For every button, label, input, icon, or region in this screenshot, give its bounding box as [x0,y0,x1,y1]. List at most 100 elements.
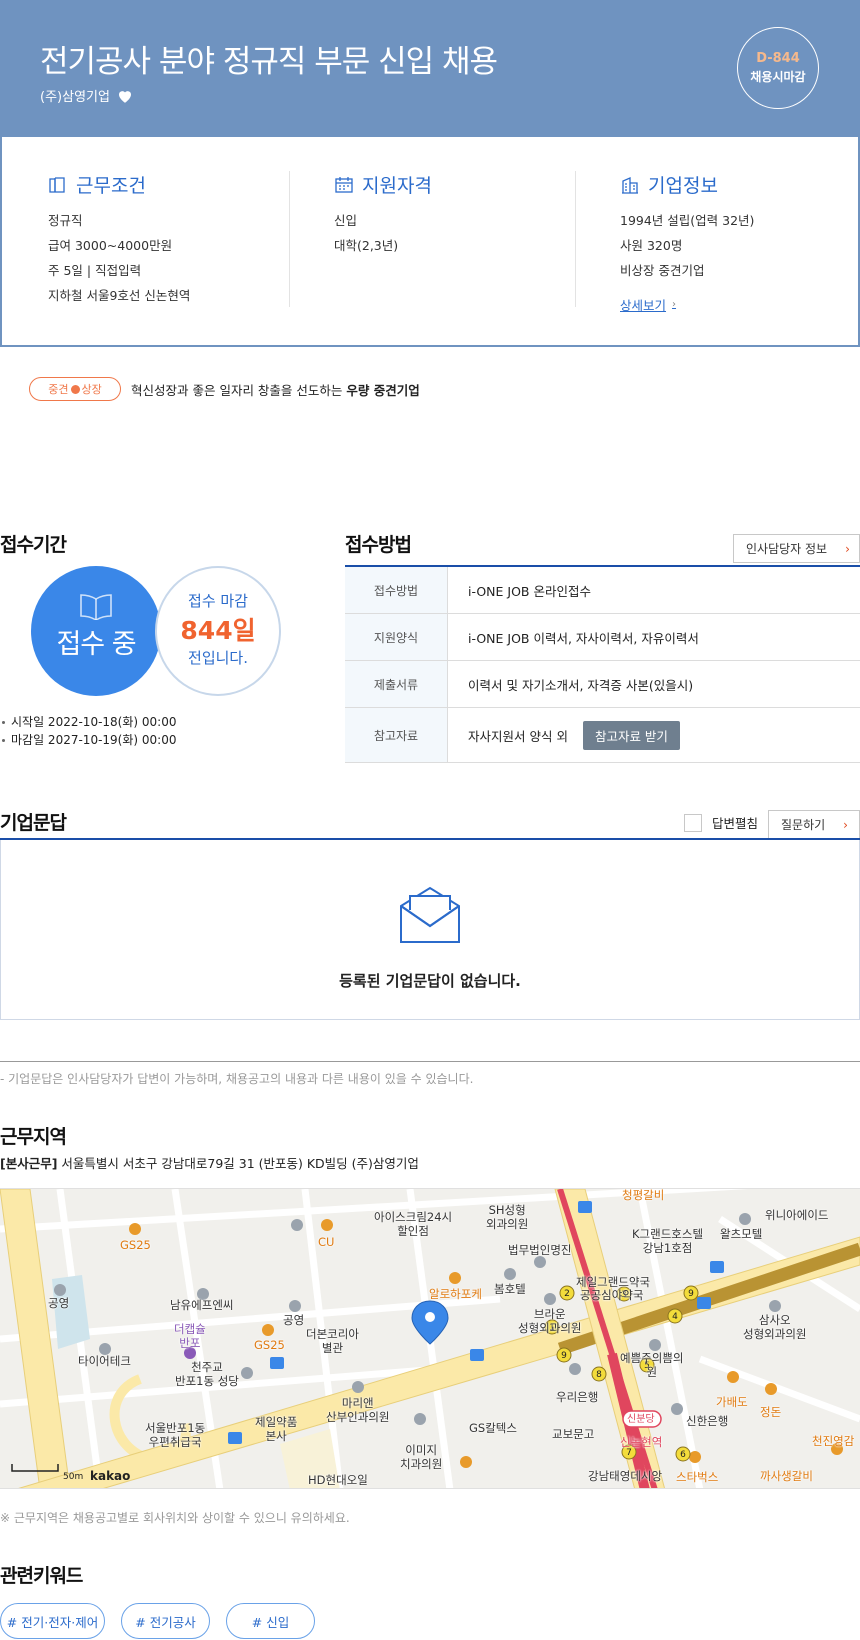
map-poi: 봄호텔 [494,1282,526,1296]
answer-toggle[interactable]: 답변펼침 [684,813,758,832]
map-poi: 이미지 치과의원 [400,1443,443,1471]
svg-text:9: 9 [561,1351,567,1361]
map-poi: 브라운 성형외과의원 [518,1307,582,1335]
map-poi: 왈츠모텔 [720,1227,763,1241]
map-poi: 타이어테크 [78,1354,131,1368]
hr-info-button[interactable]: 인사담당자 정보 › [733,534,860,563]
location-map[interactable]: 231 985 7649 GS25 공영 CU 아이스크림24시 할인점 SH성… [0,1188,860,1489]
map-poi: 삼사오 성형외과의원 [743,1313,807,1341]
qualification-line: 신입 [334,213,358,228]
column-divider [289,171,290,307]
company-detail-link[interactable]: 상세보기 › [620,295,676,314]
chevron-right-icon: › [845,541,850,556]
qa-empty-message: 등록된 기업문답이 없습니다. [339,972,521,990]
keywords-title: 관련키워드 [0,1565,83,1587]
dot-icon [70,384,80,394]
qualification-line: 대학(2,3년) [334,238,399,253]
map-poi: CU [318,1235,335,1249]
company-detail-label[interactable]: 상세보기 [620,295,666,314]
company-info-line: 사원 320명 [620,238,683,253]
map-poi: 천주교 반포1동 성당 [175,1360,239,1388]
building-icon [622,176,638,194]
envelope-icon [400,886,460,943]
method-table: 접수방법 i-ONE JOB 온라인접수 지원양식 i-ONE JOB 이력서,… [345,565,860,763]
deadline-suffix: 전입니다. [188,649,248,667]
map-brand-logo[interactable]: kakao [90,1469,130,1483]
end-date-row: 마감일 2027-10-19(화) 00:00 [0,731,176,749]
deadline-label: 접수 마감 [188,592,248,610]
badge-description: 혁신성장과 좋은 일자리 창출을 선도하는 우량 중견기업 [131,380,420,399]
keyword-list: # 전기·전자·제어 # 전기공사 # 신입 [0,1603,315,1639]
svg-text:4: 4 [672,1312,678,1322]
company-info-line: 비상장 중견기업 [620,263,705,278]
method-value: 자사지원서 양식 외 참고자료 받기 [448,720,680,750]
map-scale: 50m [63,1472,84,1482]
keyword-tag[interactable]: # 전기공사 [121,1603,210,1639]
map-poi: HD현대오일 [308,1473,368,1487]
summary-box: 근무조건 정규직 급여 3000~4000만원 주 5일 | 직접입력 지하철 … [0,137,860,347]
company-name[interactable]: (주)삼영기업 [40,86,110,105]
svg-text:7: 7 [626,1448,632,1458]
map-poi: 정돈 [760,1405,782,1419]
condition-line: 급여 3000~4000만원 [48,238,173,253]
download-reference-button[interactable]: 참고자료 받기 [582,720,680,750]
office-type: [본사근무] [0,1156,58,1171]
start-date: 시작일 2022-10-18(화) 00:00 [11,715,177,729]
method-key: 지원양식 [345,614,448,660]
map-poi: 법무법인명진 [508,1243,572,1257]
qualifications: 지원자격 신입 대학(2,3년) [334,171,432,258]
book-icon [80,594,112,620]
answer-toggle-label: 답변펼침 [712,816,759,831]
map-poi: 위니아에이드 [765,1208,829,1222]
map-poi: 교보문고 [552,1427,595,1441]
chevron-right-icon: › [843,817,848,832]
dday-circle: D-844 채용시마감 [737,27,819,109]
chevron-right-icon: › [672,299,677,310]
company-type-badge: 중견 상장 [29,377,121,401]
map-poi: GS칼텍스 [469,1421,517,1435]
keyword-tag[interactable]: # 신입 [226,1603,315,1639]
deadline-days: 844일 [180,616,256,645]
dday-label: 채용시마감 [750,70,806,84]
badge-left: 중견 [48,383,69,396]
svg-text:2: 2 [564,1289,570,1299]
method-value-text: 자사지원서 양식 외 [468,728,568,744]
map-poi: 공공심야약국 [580,1288,644,1302]
method-value: 이력서 및 자기소개서, 자격증 사본(있을시) [448,675,693,694]
dday-count: D-844 [756,51,800,66]
map-poi: 공영 [283,1313,305,1327]
company-info-heading: 기업정보 [620,171,754,198]
company-badge-row: 중견 상장 혁신성장과 좋은 일자리 창출을 선도하는 우량 중견기업 [29,377,420,401]
method-value: i-ONE JOB 이력서, 자사이력서, 자유이력서 [448,628,699,647]
svg-text:9: 9 [688,1289,694,1299]
method-row: 참고자료 자사지원서 양식 외 참고자료 받기 [345,708,860,763]
status-circle: 접수 중 [31,566,161,696]
address-text: 서울특별시 서초구 강남대로79길 31 (반포동) KD빌딩 (주)삼영기업 [61,1156,419,1171]
badge-desc-bold: 우량 중견기업 [346,382,420,398]
column-divider [575,171,576,307]
qa-title: 기업문답 [0,812,67,834]
heart-icon[interactable] [116,87,134,105]
map-poi: 남유에프엔씨 [170,1298,234,1312]
period-dates: 시작일 2022-10-18(화) 00:00 마감일 2027-10-19(화… [0,713,176,749]
method-row: 접수방법 i-ONE JOB 온라인접수 [345,567,860,614]
map-poi: GS25 [254,1338,285,1352]
answer-checkbox[interactable] [684,813,702,832]
map-poi: 알로하포케 [429,1287,482,1301]
badge-right: 상장 [81,383,102,396]
map-poi: 공영 [48,1296,70,1310]
bullet-icon [2,721,5,724]
map-poi: 우리은행 [556,1390,599,1404]
method-row: 지원양식 i-ONE JOB 이력서, 자사이력서, 자유이력서 [345,614,860,661]
method-row: 제출서류 이력서 및 자기소개서, 자격증 사본(있을시) [345,661,860,708]
map-poi: 가배도 [716,1395,748,1409]
ask-question-button[interactable]: 질문하기 › [768,810,860,839]
method-key: 참고자료 [345,708,448,762]
map-poi: SH성형 외과의원 [486,1203,529,1231]
map-poi: 예쁨주의쁨의 원 [620,1351,684,1379]
map-poi: 더캡슐 반포 [174,1322,206,1350]
map-poi: 제일약품 본사 [255,1415,298,1443]
keyword-tag[interactable]: # 전기·전자·제어 [0,1603,105,1639]
map-poi: 더본코리아 별관 [306,1327,359,1355]
method-key: 접수방법 [345,567,448,613]
